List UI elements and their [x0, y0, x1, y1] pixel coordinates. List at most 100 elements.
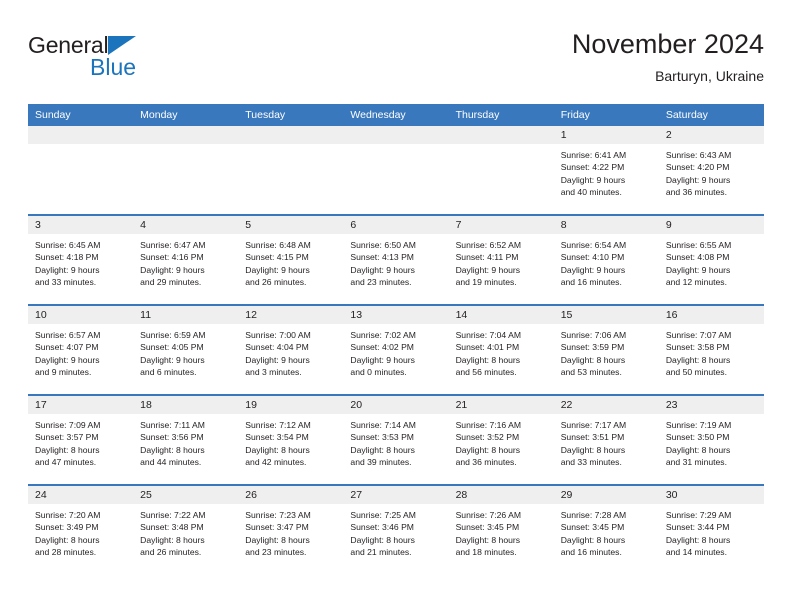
sunset-text: Sunset: 4:15 PM	[245, 252, 309, 263]
daylight-text-line1: Daylight: 8 hours	[245, 534, 310, 545]
calendar-day-cell[interactable]: 21 Sunrise: 7:16 AM Sunset: 3:52 PM Dayligh…	[448, 394, 554, 485]
weekday-header-wednesday: Wednesday	[343, 104, 449, 126]
daylight-text-line1: Daylight: 9 hours	[140, 354, 205, 365]
daylight-text-line2: and 19 minutes.	[455, 276, 517, 287]
sunset-text: Sunset: 3:46 PM	[350, 522, 414, 533]
calendar-day-cell[interactable]: 15 Sunrise: 7:06 AM Sunset: 3:59 PM Dayligh…	[553, 304, 659, 395]
daylight-text-line1: Daylight: 8 hours	[140, 444, 205, 455]
calendar-day-cell[interactable]: 2 Sunrise: 6:43 AM Sunset: 4:20 PM Daylight…	[658, 126, 764, 215]
day-details: Sunrise: 6:50 AM Sunset: 4:13 PM Daylight:…	[343, 234, 448, 288]
day-number: 9	[658, 216, 764, 234]
daylight-text-line1: Daylight: 9 hours	[665, 264, 731, 275]
calendar-day-cell[interactable]: 5 Sunrise: 6:48 AM Sunset: 4:15 PM Daylight…	[238, 214, 344, 305]
day-details: Sunrise: 7:17 AM Sunset: 3:51 PM Daylight:…	[554, 414, 659, 468]
calendar-day-cell[interactable]: 12 Sunrise: 7:00 AM Sunset: 4:04 PM Dayligh…	[238, 304, 344, 395]
calendar-day-cell[interactable]: 19 Sunrise: 7:12 AM Sunset: 3:54 PM Dayligh…	[238, 394, 344, 485]
daylight-text-line2: and 44 minutes.	[140, 456, 202, 467]
day-number: 12	[238, 306, 344, 324]
daylight-text-line1: Daylight: 9 hours	[560, 174, 626, 185]
sunset-text: Sunset: 3:48 PM	[140, 522, 204, 533]
calendar-day-cell[interactable]: 13 Sunrise: 7:02 AM Sunset: 4:02 PM Dayligh…	[343, 304, 449, 395]
calendar-day-cell[interactable]: 16 Sunrise: 7:07 AM Sunset: 3:58 PM Dayligh…	[658, 304, 764, 395]
calendar-day-cell-empty	[28, 126, 134, 215]
calendar-day-cell[interactable]: 10 Sunrise: 6:57 AM Sunset: 4:07 PM Dayligh…	[28, 304, 134, 395]
daylight-text-line2: and 6 minutes.	[140, 366, 197, 377]
calendar-day-cell[interactable]: 28 Sunrise: 7:26 AM Sunset: 3:45 PM Dayligh…	[448, 484, 554, 574]
day-details: Sunrise: 7:12 AM Sunset: 3:54 PM Daylight:…	[238, 414, 343, 468]
daylight-text-line1: Daylight: 8 hours	[455, 444, 521, 455]
day-number: 29	[553, 486, 659, 504]
calendar-day-cell[interactable]: 14 Sunrise: 7:04 AM Sunset: 4:01 PM Dayligh…	[448, 304, 554, 395]
calendar-day-cell[interactable]: 25 Sunrise: 7:22 AM Sunset: 3:48 PM Dayligh…	[133, 484, 239, 574]
sunset-text: Sunset: 4:11 PM	[455, 252, 519, 263]
weekday-header-tuesday: Tuesday	[238, 104, 344, 126]
day-number: 19	[238, 396, 344, 414]
calendar-day-cell[interactable]: 8 Sunrise: 6:54 AM Sunset: 4:10 PM Daylight…	[553, 214, 659, 305]
day-details: Sunrise: 6:54 AM Sunset: 4:10 PM Daylight:…	[554, 234, 659, 288]
daylight-text-line1: Daylight: 9 hours	[245, 264, 310, 275]
calendar-day-cell[interactable]: 20 Sunrise: 7:14 AM Sunset: 3:53 PM Dayligh…	[343, 394, 449, 485]
sunrise-text: Sunrise: 7:12 AM	[245, 420, 311, 430]
day-details: Sunrise: 7:06 AM Sunset: 3:59 PM Daylight:…	[554, 324, 659, 378]
daylight-text-line2: and 12 minutes.	[665, 276, 727, 287]
day-number	[28, 126, 134, 144]
daylight-text-line2: and 42 minutes.	[245, 456, 307, 467]
general-blue-logo[interactable]: General Blue	[28, 34, 248, 90]
day-number: 8	[553, 216, 659, 234]
calendar-day-cell[interactable]: 9 Sunrise: 6:55 AM Sunset: 4:08 PM Daylight…	[658, 214, 764, 305]
calendar-day-cell[interactable]: 24 Sunrise: 7:20 AM Sunset: 3:49 PM Dayligh…	[28, 484, 134, 574]
day-number	[238, 126, 344, 144]
calendar-day-cell[interactable]: 11 Sunrise: 6:59 AM Sunset: 4:05 PM Dayligh…	[133, 304, 239, 395]
sunrise-text: Sunrise: 7:28 AM	[560, 510, 627, 520]
day-details: Sunrise: 7:04 AM Sunset: 4:01 PM Daylight:…	[449, 324, 554, 378]
daylight-text-line1: Daylight: 8 hours	[560, 354, 626, 365]
day-number: 5	[238, 216, 344, 234]
sunrise-text: Sunrise: 7:11 AM	[140, 420, 205, 430]
page-title: November 2024	[571, 29, 764, 59]
calendar-day-cell[interactable]: 6 Sunrise: 6:50 AM Sunset: 4:13 PM Daylight…	[343, 214, 449, 305]
daylight-text-line1: Daylight: 9 hours	[350, 354, 415, 365]
calendar-day-cell[interactable]: 3 Sunrise: 6:45 AM Sunset: 4:18 PM Daylight…	[28, 214, 134, 305]
sunrise-text: Sunrise: 6:43 AM	[665, 150, 732, 160]
sunset-text: Sunset: 3:56 PM	[140, 432, 204, 443]
calendar-day-cell[interactable]: 22 Sunrise: 7:17 AM Sunset: 3:51 PM Dayligh…	[553, 394, 659, 485]
calendar-day-cell[interactable]: 7 Sunrise: 6:52 AM Sunset: 4:11 PM Daylight…	[448, 214, 554, 305]
calendar-day-cell-empty	[133, 126, 239, 215]
title-block: November 2024 Barturyn, Ukraine	[572, 28, 764, 86]
sunrise-text: Sunrise: 7:00 AM	[245, 330, 311, 340]
sunset-text: Sunset: 4:16 PM	[140, 252, 204, 263]
calendar-day-cell[interactable]: 17 Sunrise: 7:09 AM Sunset: 3:57 PM Dayligh…	[28, 394, 134, 485]
sunset-text: Sunset: 3:50 PM	[665, 432, 730, 443]
daylight-text-line2: and 26 minutes.	[245, 276, 307, 287]
calendar-day-cell[interactable]: 29 Sunrise: 7:28 AM Sunset: 3:45 PM Dayligh…	[553, 484, 659, 574]
calendar-day-cell[interactable]: 27 Sunrise: 7:25 AM Sunset: 3:46 PM Dayligh…	[343, 484, 449, 574]
daylight-text-line2: and 0 minutes.	[350, 366, 407, 377]
calendar-day-cell[interactable]: 1 Sunrise: 6:41 AM Sunset: 4:22 PM Daylight…	[553, 126, 659, 215]
calendar-week-row: 24 Sunrise: 7:20 AM Sunset: 3:49 PM Dayligh…	[28, 484, 764, 574]
sunrise-text: Sunrise: 7:04 AM	[455, 330, 522, 340]
calendar-page: General Blue November 2024 Barturyn, Ukr…	[0, 0, 792, 612]
calendar-day-cell[interactable]: 26 Sunrise: 7:23 AM Sunset: 3:47 PM Dayligh…	[238, 484, 344, 574]
sunrise-text: Sunrise: 7:14 AM	[350, 420, 416, 430]
calendar-week-row: 1 Sunrise: 6:41 AM Sunset: 4:22 PM Daylight…	[28, 126, 764, 215]
day-details: Sunrise: 6:45 AM Sunset: 4:18 PM Daylight:…	[28, 234, 133, 288]
daylight-text-line2: and 26 minutes.	[140, 546, 202, 557]
daylight-text-line1: Daylight: 8 hours	[350, 444, 415, 455]
daylight-text-line1: Daylight: 9 hours	[350, 264, 415, 275]
daylight-text-line2: and 39 minutes.	[350, 456, 412, 467]
day-details: Sunrise: 6:47 AM Sunset: 4:16 PM Daylight:…	[133, 234, 238, 288]
calendar-day-cell[interactable]: 23 Sunrise: 7:19 AM Sunset: 3:50 PM Dayligh…	[658, 394, 764, 485]
day-number	[343, 126, 449, 144]
calendar-day-cell[interactable]: 18 Sunrise: 7:11 AM Sunset: 3:56 PM Dayligh…	[133, 394, 239, 485]
calendar-day-cell[interactable]: 4 Sunrise: 6:47 AM Sunset: 4:16 PM Daylight…	[133, 214, 239, 305]
daylight-text-line1: Daylight: 8 hours	[140, 534, 205, 545]
day-number	[133, 126, 239, 144]
day-details: Sunrise: 6:59 AM Sunset: 4:05 PM Daylight:…	[133, 324, 238, 378]
daylight-text-line1: Daylight: 8 hours	[455, 534, 521, 545]
sunset-text: Sunset: 3:45 PM	[455, 522, 520, 533]
sunrise-text: Sunrise: 6:45 AM	[35, 240, 101, 250]
calendar-day-cell[interactable]: 30 Sunrise: 7:29 AM Sunset: 3:44 PM Dayligh…	[658, 484, 764, 574]
calendar-day-cell-empty	[448, 126, 554, 215]
daylight-text-line2: and 40 minutes.	[560, 186, 622, 197]
daylight-text-line2: and 50 minutes.	[665, 366, 727, 377]
